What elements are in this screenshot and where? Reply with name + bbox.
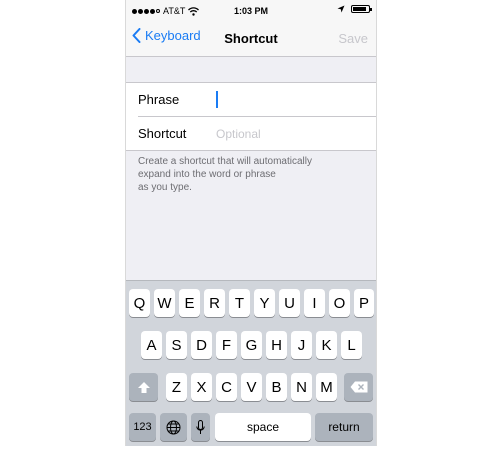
key[interactable]: X [191,373,212,401]
help-text: Create a shortcut that will automaticall… [138,156,312,193]
key[interactable]: U [279,289,300,317]
key[interactable]: J [291,331,312,359]
space-key[interactable]: space [215,413,311,441]
key[interactable]: T [229,289,250,317]
delete-key[interactable] [344,373,373,401]
shortcut-row: Shortcut [138,116,376,150]
keyboard-row-4: 123 space return [126,413,376,441]
keyboard-row-2: A S D F G H J K L [126,331,376,359]
top-bar: AT&T 1:03 PM Keyboard Shortcut Save [126,0,376,57]
dictation-key[interactable] [191,413,210,441]
key[interactable]: K [316,331,337,359]
key[interactable]: S [166,331,187,359]
keyboard-row-3: Z X C V B N M [126,373,376,401]
shortcut-input[interactable] [216,123,366,144]
save-button[interactable]: Save [338,31,368,46]
phrase-label: Phrase [138,92,180,107]
phrase-row: Phrase [126,83,376,116]
key[interactable]: A [141,331,162,359]
keyboard: Q W E R T Y U I O P A S D F G H J K L Z … [126,280,376,446]
key[interactable]: G [241,331,262,359]
shortcut-label: Shortcut [138,126,187,141]
microphone-icon [196,419,205,434]
phone-screen: AT&T 1:03 PM Keyboard Shortcut Save Phra… [125,0,377,446]
shift-icon [137,381,150,393]
key[interactable]: L [341,331,362,359]
globe-icon [166,420,181,434]
status-right [337,5,372,13]
phrase-input[interactable] [216,89,366,110]
key[interactable]: C [216,373,237,401]
key[interactable]: F [216,331,237,359]
key[interactable]: E [179,289,200,317]
delete-icon [350,381,367,393]
globe-key[interactable] [160,413,187,441]
key[interactable]: M [316,373,337,401]
key[interactable]: W [154,289,175,317]
navigation-bar: Keyboard Shortcut Save [126,22,376,54]
battery-icon [351,5,372,13]
key[interactable]: Y [254,289,275,317]
numbers-key[interactable]: 123 [129,413,156,441]
key[interactable]: N [291,373,312,401]
key[interactable]: I [304,289,325,317]
shortcut-form: Phrase Shortcut [126,82,376,151]
status-bar: AT&T 1:03 PM [126,4,376,20]
key[interactable]: R [204,289,225,317]
key[interactable]: Z [166,373,187,401]
key[interactable]: P [354,289,374,317]
key[interactable]: V [241,373,262,401]
key[interactable]: O [329,289,350,317]
key[interactable]: D [191,331,212,359]
location-arrow-icon [337,5,345,13]
key[interactable]: Q [129,289,150,317]
shift-key[interactable] [129,373,158,401]
key[interactable]: H [266,331,287,359]
keyboard-row-1: Q W E R T Y U I O P [126,289,376,317]
return-key[interactable]: return [315,413,373,441]
key[interactable]: B [266,373,287,401]
